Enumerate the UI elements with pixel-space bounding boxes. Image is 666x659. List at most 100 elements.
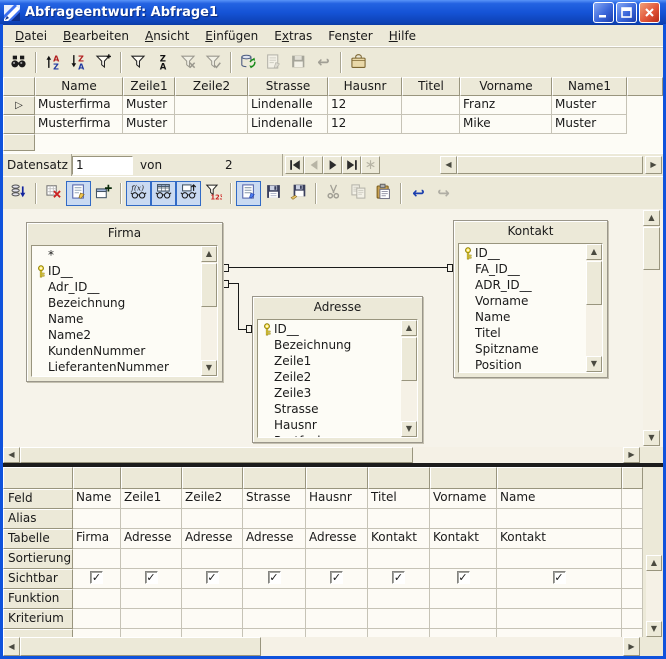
- next-record-button[interactable]: [323, 156, 342, 174]
- scroll-up-button[interactable]: ▲: [643, 210, 660, 226]
- close-button[interactable]: [639, 2, 660, 23]
- scroll-left-button[interactable]: ◀: [3, 637, 20, 656]
- table-cell[interactable]: Muster: [123, 115, 175, 134]
- grid-cell-feld[interactable]: Zeile2: [182, 489, 243, 509]
- scroll-up-button[interactable]: ▲: [201, 246, 217, 262]
- grid-cell-funktion[interactable]: [497, 589, 622, 609]
- table-cell[interactable]: Muster: [552, 96, 627, 115]
- save-record-button[interactable]: [286, 50, 311, 75]
- refresh-data-button[interactable]: [236, 50, 261, 75]
- grid-cell-tabelle[interactable]: Kontakt: [430, 529, 497, 549]
- grid-cell-feld[interactable]: Zeile1: [121, 489, 182, 509]
- table-cell[interactable]: 12: [328, 96, 402, 115]
- undo-record-button[interactable]: ↩: [311, 50, 336, 75]
- grid-cell-feld[interactable]: Name: [497, 489, 622, 509]
- form-filter-button[interactable]: [346, 50, 371, 75]
- grid-cell[interactable]: [368, 629, 430, 637]
- maximize-button[interactable]: [616, 2, 637, 23]
- scroll-up-button[interactable]: ▲: [401, 320, 417, 336]
- sort-order-button[interactable]: ZA: [151, 50, 176, 75]
- field-item-name[interactable]: Name: [34, 311, 200, 327]
- row-selector[interactable]: [3, 115, 35, 134]
- scroll-down-button[interactable]: ▼: [401, 421, 417, 437]
- grid-cell-funktion[interactable]: [243, 589, 306, 609]
- grid-cell-kriterium[interactable]: [121, 609, 182, 629]
- field-item-postfach[interactable]: Postfach: [260, 433, 400, 437]
- distinct-values-button[interactable]: 123!: [201, 181, 226, 206]
- paste-button[interactable]: [371, 181, 396, 206]
- field-item-adrid[interactable]: ADR_ID__: [461, 277, 585, 293]
- field-item-name[interactable]: Name: [461, 309, 585, 325]
- grid-cell-sortierung[interactable]: [73, 549, 121, 569]
- grid-cell-sortierung[interactable]: [497, 549, 622, 569]
- table-cell[interactable]: [402, 96, 460, 115]
- scroll-down-button[interactable]: ▼: [646, 621, 662, 637]
- grid-column-header[interactable]: [430, 467, 497, 489]
- field-item-bezeichnung[interactable]: Bezeichnung: [260, 337, 400, 353]
- grid-cell-tabelle[interactable]: Adresse: [243, 529, 306, 549]
- grid-cell-tabelle[interactable]: Adresse: [306, 529, 368, 549]
- design-canvas[interactable]: Firma *ID__Adr_ID__BezeichnungNameName2K…: [3, 209, 663, 447]
- save-as-button[interactable]: [286, 181, 311, 206]
- table-cell[interactable]: Musterfirma: [35, 96, 123, 115]
- scroll-up-button[interactable]: ▲: [586, 244, 602, 260]
- row-selector[interactable]: ▷: [3, 96, 35, 115]
- scroll-up-button[interactable]: ▲: [646, 555, 662, 571]
- visible-checkbox[interactable]: ✓: [330, 571, 343, 584]
- table-cell[interactable]: [175, 115, 248, 134]
- scrollbar-thumb[interactable]: [401, 337, 417, 381]
- grid-column-header[interactable]: [368, 467, 430, 489]
- field-item-faid[interactable]: FA_ID__: [461, 261, 585, 277]
- scroll-right-button[interactable]: ▶: [623, 447, 640, 463]
- grid-cell-feld[interactable]: Vorname: [430, 489, 497, 509]
- functions-button[interactable]: f(x): [126, 181, 151, 206]
- field-item-strasse[interactable]: Strasse: [260, 401, 400, 417]
- clear-query-button[interactable]: [41, 181, 66, 206]
- edit-query-button[interactable]: [236, 181, 261, 206]
- grid-cell-funktion[interactable]: [430, 589, 497, 609]
- autofilter-button[interactable]: [91, 50, 116, 75]
- grid-cell-funktion[interactable]: [182, 589, 243, 609]
- grid-cell-alias[interactable]: [497, 509, 622, 529]
- scrollbar-thumb[interactable]: [586, 261, 602, 305]
- grid-cell[interactable]: [622, 569, 643, 589]
- scroll-down-button[interactable]: ▼: [201, 360, 217, 376]
- grid-cell[interactable]: [243, 629, 306, 637]
- scroll-left-button[interactable]: ◀: [440, 156, 457, 174]
- menu-einfgen[interactable]: Einfügen: [197, 27, 266, 45]
- prev-record-button[interactable]: [304, 156, 323, 174]
- record-number-input[interactable]: 1: [72, 156, 133, 175]
- table-cell[interactable]: Lindenalle: [248, 115, 328, 134]
- save-button[interactable]: [261, 181, 286, 206]
- grid-cell-feld[interactable]: Hausnr: [306, 489, 368, 509]
- grid-cell[interactable]: [121, 629, 182, 637]
- scroll-left-button[interactable]: ◀: [3, 447, 20, 463]
- grid-cell[interactable]: [622, 609, 643, 629]
- scroll-right-button[interactable]: ▶: [623, 637, 640, 656]
- last-record-button[interactable]: [342, 156, 361, 174]
- visible-checkbox[interactable]: ✓: [206, 571, 219, 584]
- scroll-right-button[interactable]: ▶: [645, 156, 662, 174]
- column-header-titel[interactable]: Titel: [402, 77, 460, 96]
- grid-cell[interactable]: [622, 629, 643, 637]
- column-header-zeile1[interactable]: Zeile1: [123, 77, 175, 96]
- grid-cell-funktion[interactable]: [73, 589, 121, 609]
- first-record-button[interactable]: [285, 156, 304, 174]
- join-line-firma-kontakt[interactable]: [229, 267, 447, 268]
- run-query-button[interactable]: [6, 181, 31, 206]
- column-header-vorname[interactable]: Vorname: [460, 77, 552, 96]
- field-item-position[interactable]: Position: [461, 357, 585, 372]
- grid-cell-feld[interactable]: Titel: [368, 489, 430, 509]
- table-name-button[interactable]: [151, 181, 176, 206]
- grid-cell-funktion[interactable]: [368, 589, 430, 609]
- minimize-button[interactable]: [593, 2, 614, 23]
- grid-cell-tabelle[interactable]: Adresse: [182, 529, 243, 549]
- grid-cell[interactable]: [622, 529, 643, 549]
- grid-cell-tabelle[interactable]: Adresse: [121, 529, 182, 549]
- join-line-firma-adresse[interactable]: [238, 283, 239, 330]
- scrollbar-thumb[interactable]: [643, 227, 660, 270]
- redo-button[interactable]: ↪: [431, 181, 456, 206]
- table-cell[interactable]: [402, 115, 460, 134]
- grid-cell-alias[interactable]: [306, 509, 368, 529]
- field-item-zeile2[interactable]: Zeile2: [260, 369, 400, 385]
